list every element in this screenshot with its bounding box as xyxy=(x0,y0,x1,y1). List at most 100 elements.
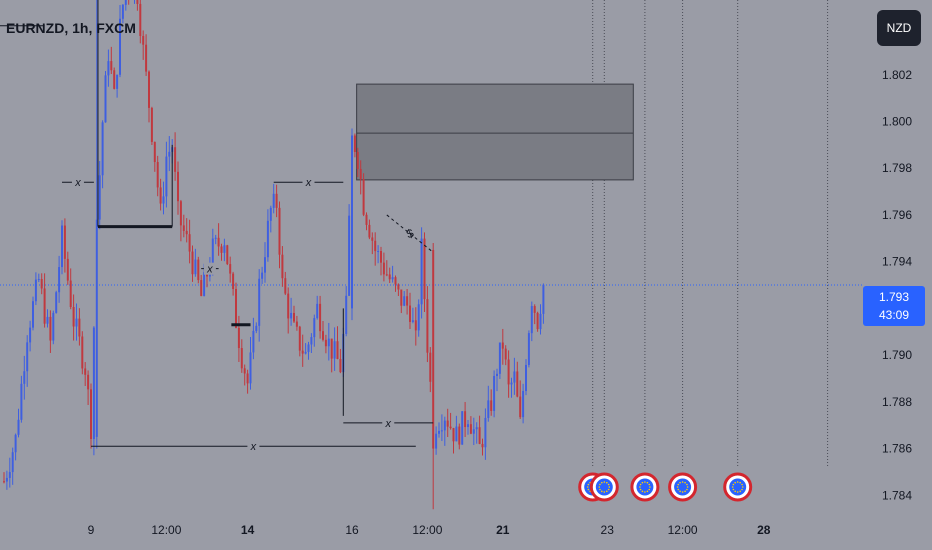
eu-star-icon xyxy=(741,486,744,488)
symbol-title[interactable]: EURNZD, 1h, FXCM xyxy=(6,20,136,36)
candle xyxy=(81,336,84,369)
candle xyxy=(339,358,342,373)
candle xyxy=(452,428,455,442)
x-tick-label: 12:00 xyxy=(412,523,442,537)
candle xyxy=(34,279,37,302)
candle xyxy=(23,371,26,384)
candle xyxy=(200,280,203,296)
candle xyxy=(61,225,63,268)
eu-flag-icon xyxy=(674,478,692,496)
candle xyxy=(527,333,530,365)
candle xyxy=(255,325,258,331)
eu-star-icon xyxy=(732,488,735,491)
eu-star-icon xyxy=(684,490,686,493)
level-label: x xyxy=(74,177,81,189)
candle xyxy=(90,389,92,440)
candle xyxy=(359,168,362,179)
candle xyxy=(243,368,246,374)
candle xyxy=(110,61,113,71)
candle xyxy=(78,318,81,337)
candle xyxy=(142,35,145,45)
candle xyxy=(217,237,220,247)
candle xyxy=(153,141,156,163)
eu-star-icon xyxy=(603,481,606,483)
sweep-label: $ xyxy=(404,226,415,242)
chart-area[interactable]: x x x x x $1.784 1.786 1.788 1.790 1.794 1.796 1.79… xyxy=(0,0,932,550)
candle xyxy=(287,293,290,319)
y-tick-label: 1.800 xyxy=(882,114,912,128)
candle xyxy=(5,477,8,482)
candle xyxy=(269,207,272,221)
candle xyxy=(461,411,464,445)
level-label: x xyxy=(385,418,392,430)
eu-star-icon xyxy=(603,491,606,493)
candle xyxy=(530,306,533,334)
eu-star-icon xyxy=(607,483,610,486)
candle xyxy=(446,420,449,427)
y-tick-label: 1.788 xyxy=(882,395,912,409)
candle xyxy=(293,312,295,322)
candle xyxy=(455,426,458,442)
candle xyxy=(417,304,420,331)
eu-star-icon xyxy=(586,486,589,488)
candle xyxy=(232,273,235,289)
candle xyxy=(92,327,95,440)
candle xyxy=(174,147,177,172)
eu-star-icon xyxy=(649,486,651,488)
candle xyxy=(26,342,29,372)
candle xyxy=(113,70,116,89)
candle xyxy=(351,135,353,309)
candle xyxy=(467,424,469,428)
candle xyxy=(481,443,484,448)
candle xyxy=(43,288,46,324)
candle xyxy=(107,61,110,76)
candle xyxy=(290,312,293,319)
candle xyxy=(432,249,435,449)
candle xyxy=(75,318,78,327)
eu-flag-icon xyxy=(595,478,613,496)
candle xyxy=(281,254,284,279)
eu-star-icon xyxy=(599,488,601,491)
eu-star-icon xyxy=(734,481,736,484)
candle xyxy=(298,326,301,351)
candle xyxy=(365,214,368,225)
currency-button[interactable]: NZD xyxy=(877,10,921,46)
candle xyxy=(316,303,319,319)
eu-star-icon xyxy=(679,490,681,493)
eu-star-icon xyxy=(731,486,734,488)
candle xyxy=(72,307,75,327)
eu-star-icon xyxy=(644,481,646,483)
candle xyxy=(464,411,467,428)
x-tick-label: 16 xyxy=(345,523,359,537)
price-chart[interactable]: x x x x x $1.784 1.786 1.788 1.790 1.794 1.796 1.79… xyxy=(0,0,932,550)
candle xyxy=(17,419,20,435)
eu-star-icon xyxy=(686,488,688,491)
candle xyxy=(3,481,5,483)
candle xyxy=(487,400,490,418)
candle xyxy=(237,327,240,349)
eu-star-icon xyxy=(686,483,688,486)
x-tick-label: 9 xyxy=(88,523,95,537)
candle xyxy=(394,277,397,285)
candle xyxy=(145,44,148,72)
eu-star-icon xyxy=(684,481,686,484)
candle xyxy=(20,383,23,420)
candle xyxy=(32,301,34,328)
candle xyxy=(397,284,400,290)
candle xyxy=(377,251,380,253)
candle xyxy=(391,277,394,280)
candle xyxy=(472,429,475,434)
eu-star-icon xyxy=(681,491,684,493)
candle xyxy=(522,391,525,418)
candle xyxy=(435,433,438,449)
candle xyxy=(336,341,339,359)
candle xyxy=(348,215,351,296)
candle xyxy=(356,151,359,169)
candle xyxy=(301,350,304,354)
y-tick-label: 1.790 xyxy=(882,348,912,362)
x-tick-label: 28 xyxy=(757,523,771,537)
level-label: x xyxy=(250,441,257,453)
eu-star-icon xyxy=(681,481,684,483)
eu-star-icon xyxy=(741,483,743,486)
candle xyxy=(324,339,327,347)
